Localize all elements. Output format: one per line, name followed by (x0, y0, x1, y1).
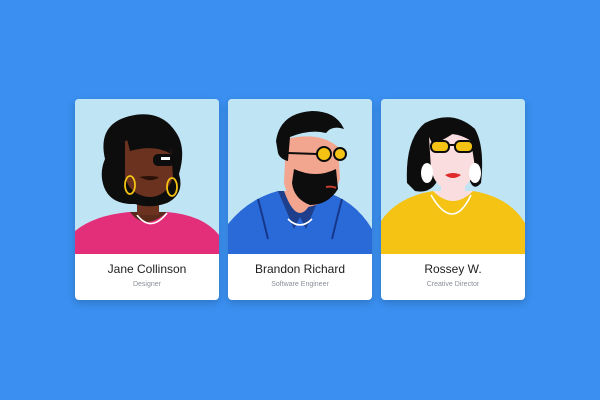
portrait-illustration (228, 111, 372, 254)
profile-role: Software Engineer (271, 281, 329, 288)
profile-card-jane[interactable]: Jane Collinson Designer (75, 99, 219, 300)
portrait-illustration (75, 114, 219, 254)
profile-name: Jane Collinson (107, 262, 187, 276)
portrait-illustration (381, 117, 525, 254)
avatar (228, 99, 372, 254)
profile-card-brandon[interactable]: Brandon Richard Software Engineer (228, 99, 372, 300)
profile-name: Brandon Richard (254, 262, 346, 276)
profile-role: Designer (132, 281, 161, 288)
avatar (75, 99, 219, 254)
avatar (381, 99, 525, 254)
profile-role: Creative Director (426, 281, 480, 288)
profile-info: Jane Collinson Designer (75, 254, 219, 300)
profile-card-rossey[interactable]: Rossey W. Creative Director (381, 99, 525, 300)
profile-info: Brandon Richard Software Engineer (228, 254, 372, 300)
page-canvas: Jane Collinson Designer Brandon Richard … (0, 0, 600, 400)
profile-name: Rossey W. (424, 262, 482, 276)
profile-info: Rossey W. Creative Director (381, 254, 525, 300)
